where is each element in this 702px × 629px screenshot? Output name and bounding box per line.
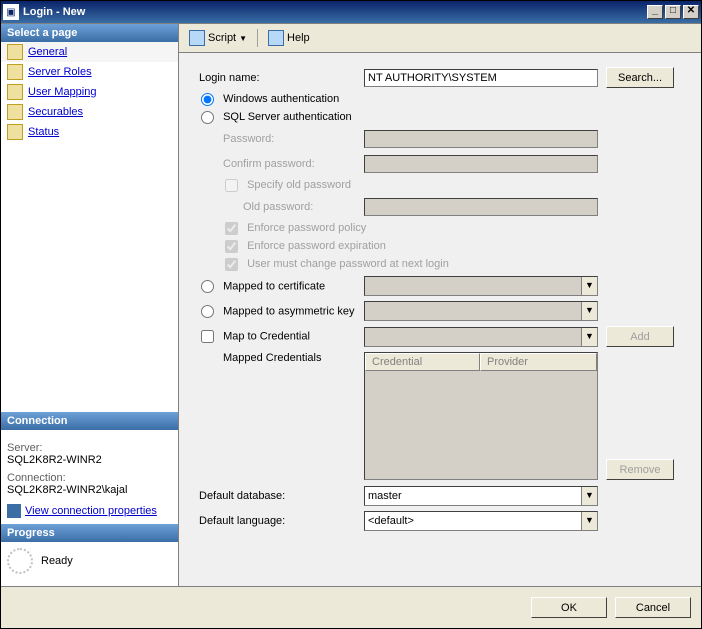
progress-header: Progress	[1, 524, 178, 542]
server-value: SQL2K8R2-WINR2	[7, 454, 172, 466]
page-label: Securables	[28, 106, 83, 118]
password-input	[364, 130, 598, 148]
asymmetric-key-combo: ▼	[364, 301, 598, 321]
chevron-down-icon: ▼	[581, 487, 597, 505]
link-icon	[7, 504, 21, 518]
specify-old-password-checkbox: Specify old password	[223, 179, 351, 191]
password-label: Password:	[199, 133, 364, 145]
help-icon	[268, 30, 284, 46]
page-icon	[7, 104, 23, 120]
separator	[257, 29, 258, 47]
server-label: Server:	[7, 442, 172, 454]
page-list: General Server Roles User Mapping Secura…	[1, 42, 178, 142]
help-button[interactable]: Help	[264, 28, 314, 48]
search-button[interactable]: Search...	[606, 67, 674, 88]
mapped-asym-radio[interactable]: Mapped to asymmetric key	[199, 305, 364, 318]
connection-label: Connection:	[7, 472, 172, 484]
page-label: General	[28, 46, 67, 58]
view-connection-text: View connection properties	[25, 505, 157, 517]
page-label: User Mapping	[28, 86, 96, 98]
sidebar-item-securables[interactable]: Securables	[1, 102, 178, 122]
footer: OK Cancel	[1, 586, 701, 628]
must-change-checkbox: User must change password at next login	[223, 258, 449, 270]
cancel-button[interactable]: Cancel	[615, 597, 691, 618]
chevron-down-icon: ▼	[239, 34, 247, 43]
window-title: Login - New	[23, 6, 645, 18]
chevron-down-icon: ▼	[581, 328, 597, 346]
chevron-down-icon: ▼	[581, 277, 597, 295]
sql-auth-radio[interactable]: SQL Server authentication	[199, 111, 352, 123]
select-page-header: Select a page	[1, 24, 178, 42]
mapped-credentials-label: Mapped Credentials	[199, 352, 364, 364]
login-name-label: Login name:	[199, 72, 364, 84]
th-credential: Credential	[365, 353, 480, 371]
progress-ring-icon	[7, 548, 33, 574]
default-language-combo[interactable]: <default>▼	[364, 511, 598, 531]
enforce-expiration-checkbox: Enforce password expiration	[223, 240, 386, 252]
sidebar-item-server-roles[interactable]: Server Roles	[1, 62, 178, 82]
connection-header: Connection	[1, 412, 178, 430]
toolbar: Script ▼ Help	[179, 24, 701, 53]
mapped-credentials-table: Credential Provider	[364, 352, 598, 480]
remove-button: Remove	[606, 459, 674, 480]
old-password-input	[364, 198, 598, 216]
default-db-label: Default database:	[199, 490, 364, 502]
default-database-combo[interactable]: master▼	[364, 486, 598, 506]
confirm-password-label: Confirm password:	[199, 158, 364, 170]
progress-status: Ready	[41, 555, 73, 567]
minimize-button[interactable]: _	[647, 5, 663, 19]
script-button[interactable]: Script ▼	[185, 28, 251, 48]
default-lang-label: Default language:	[199, 515, 364, 527]
chevron-down-icon: ▼	[581, 512, 597, 530]
map-credential-checkbox[interactable]: Map to Credential	[199, 330, 364, 343]
help-label: Help	[287, 32, 310, 44]
ok-button[interactable]: OK	[531, 597, 607, 618]
old-password-label: Old password:	[199, 201, 364, 213]
certificate-combo: ▼	[364, 276, 598, 296]
sidebar-item-user-mapping[interactable]: User Mapping	[1, 82, 178, 102]
chevron-down-icon: ▼	[581, 302, 597, 320]
windows-auth-radio[interactable]: Windows authentication	[199, 93, 339, 105]
enforce-policy-checkbox: Enforce password policy	[223, 222, 366, 234]
page-icon	[7, 124, 23, 140]
login-name-input[interactable]	[364, 69, 598, 87]
sidebar-item-general[interactable]: General	[1, 42, 178, 62]
script-label: Script	[208, 32, 236, 44]
app-icon: ▣	[3, 4, 19, 20]
close-button[interactable]: ✕	[683, 5, 699, 19]
titlebar[interactable]: ▣ Login - New _ □ ✕	[1, 1, 701, 23]
add-button: Add	[606, 326, 674, 347]
th-provider: Provider	[480, 353, 597, 371]
page-icon	[7, 44, 23, 60]
confirm-password-input	[364, 155, 598, 173]
credential-combo: ▼	[364, 327, 598, 347]
mapped-cert-radio[interactable]: Mapped to certificate	[199, 280, 364, 293]
page-label: Status	[28, 126, 59, 138]
sidebar-item-status[interactable]: Status	[1, 122, 178, 142]
page-label: Server Roles	[28, 66, 92, 78]
script-icon	[189, 30, 205, 46]
connection-value: SQL2K8R2-WINR2\kajal	[7, 484, 172, 496]
view-connection-properties-link[interactable]: View connection properties	[7, 504, 172, 518]
page-icon	[7, 84, 23, 100]
page-icon	[7, 64, 23, 80]
maximize-button[interactable]: □	[665, 5, 681, 19]
